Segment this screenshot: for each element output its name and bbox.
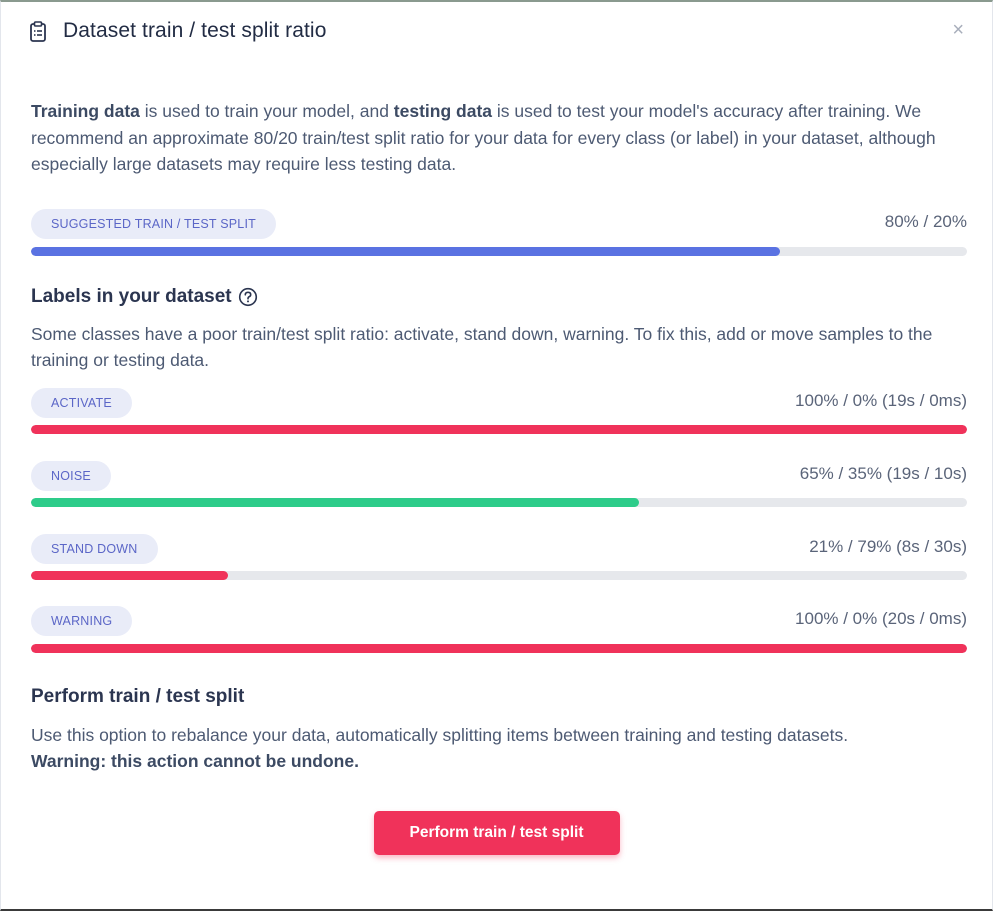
label-ratio: 21% / 79% (8s / 30s) xyxy=(809,536,967,556)
label-row-activate: ACTIVATE 100% / 0% (19s / 0ms) xyxy=(31,387,967,461)
perform-description-text: Use this option to rebalance your data, … xyxy=(31,724,849,745)
label-track xyxy=(31,643,967,653)
label-track xyxy=(31,497,967,507)
label-row-noise: NOISE 65% / 35% (19s / 10s) xyxy=(31,460,967,534)
labels-section-title: Labels in your dataset xyxy=(31,286,967,308)
modal-body: Training data is used to train your mode… xyxy=(31,98,967,775)
labels-description: Some classes have a poor train/test spli… xyxy=(31,323,933,371)
modal-title: Dataset train / test split ratio xyxy=(63,19,327,42)
label-badge: WARNING xyxy=(31,605,133,636)
label-ratio-list: ACTIVATE 100% / 0% (19s / 0ms) NOISE 65%… xyxy=(31,387,967,666)
label-row-warning: WARNING 100% / 0% (20s / 0ms) xyxy=(31,605,967,666)
label-badge: NOISE xyxy=(31,460,111,491)
perform-warning: Warning: this action cannot be undone. xyxy=(31,751,359,771)
label-ratio: 100% / 0% (20s / 0ms) xyxy=(795,608,967,628)
intro-text-1: is used to train your model, and xyxy=(139,101,394,121)
label-track xyxy=(31,424,967,434)
intro-paragraph: Training data is used to train your mode… xyxy=(31,98,967,178)
close-icon[interactable]: × xyxy=(952,18,964,42)
suggested-split-ratio: 80% / 20% xyxy=(884,211,967,231)
label-track xyxy=(31,570,967,580)
label-badge: ACTIVATE xyxy=(31,387,132,418)
label-fill xyxy=(31,643,967,653)
suggested-split-badge: SUGGESTED TRAIN / TEST SPLIT xyxy=(31,208,276,239)
label-fill xyxy=(31,570,228,580)
suggested-split-track xyxy=(31,246,967,256)
label-fill xyxy=(31,424,967,434)
label-badge: STAND DOWN xyxy=(31,533,158,564)
label-ratio: 65% / 35% (19s / 10s) xyxy=(799,463,967,483)
perform-description: Use this option to rebalance your data, … xyxy=(31,722,967,775)
label-ratio: 100% / 0% (19s / 0ms) xyxy=(795,390,967,410)
labels-title-text: Labels in your dataset xyxy=(31,285,232,307)
cta-wrapper: Perform train / test split xyxy=(1,811,992,855)
label-fill xyxy=(31,497,640,507)
suggested-split-fill xyxy=(31,246,780,256)
label-row-stand-down: STAND DOWN 21% / 79% (8s / 30s) xyxy=(31,533,967,606)
perform-split-button[interactable]: Perform train / test split xyxy=(373,811,620,855)
modal-header: Dataset train / test split ratio × xyxy=(29,16,968,46)
suggested-split-row: SUGGESTED TRAIN / TEST SPLIT 80% / 20% xyxy=(31,208,967,267)
perform-section-title: Perform train / test split xyxy=(31,685,245,707)
testing-data-term: testing data xyxy=(393,101,493,121)
question-circle-icon[interactable] xyxy=(238,287,258,307)
train-test-split-modal: Dataset train / test split ratio × Train… xyxy=(0,0,993,911)
clipboard-icon xyxy=(29,20,49,42)
training-data-term: Training data xyxy=(31,101,140,121)
